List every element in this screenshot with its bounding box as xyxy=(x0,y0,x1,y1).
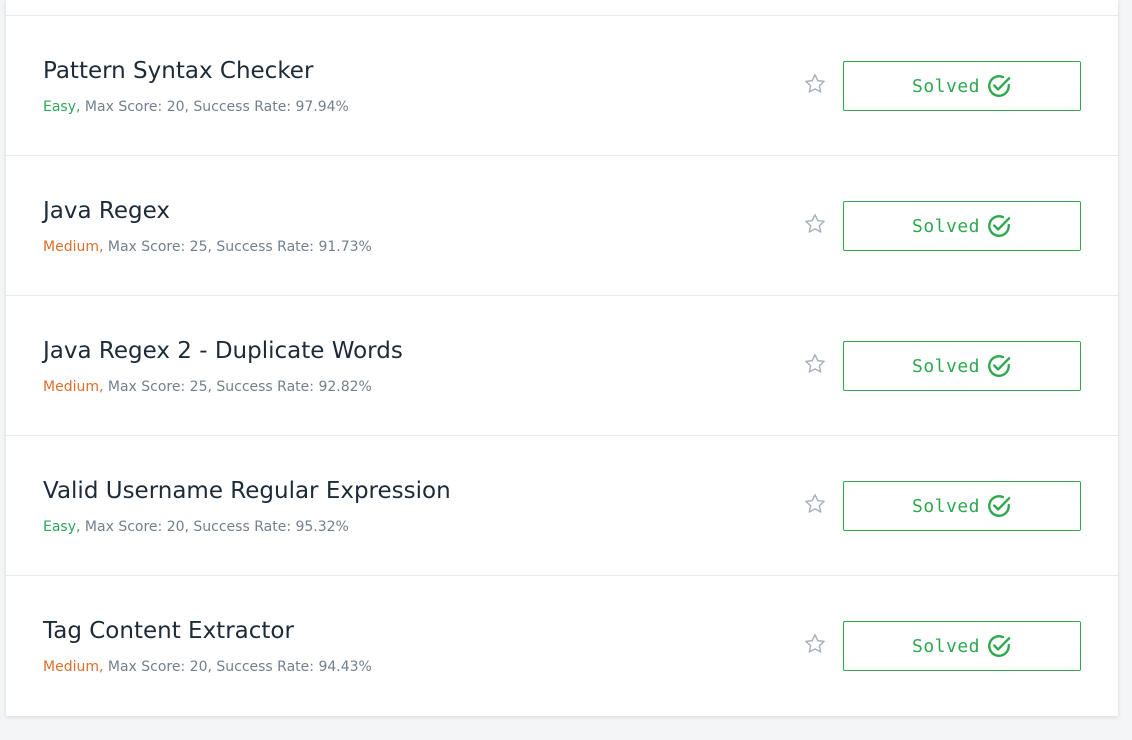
solved-label: Solved xyxy=(911,355,981,377)
previous-row-edge xyxy=(6,0,1118,16)
challenge-title[interactable]: Valid Username Regular Expression xyxy=(43,478,451,504)
challenge-row: Pattern Syntax Checker Easy, Max Score: … xyxy=(6,16,1118,156)
challenge-meta: Easy, Max Score: 20, Success Rate: 95.32… xyxy=(43,519,349,535)
solved-button[interactable]: Solved xyxy=(843,341,1081,391)
difficulty-label: Medium xyxy=(43,659,99,675)
difficulty-label: Easy xyxy=(43,99,77,115)
star-outline-icon[interactable] xyxy=(803,212,827,236)
solved-button[interactable]: Solved xyxy=(843,201,1081,251)
challenge-row: Java Regex 2 - Duplicate Words Medium, M… xyxy=(6,296,1118,436)
challenge-row: Tag Content Extractor Medium, Max Score:… xyxy=(6,576,1118,716)
challenge-details: Max Score: 20, Success Rate: 94.43% xyxy=(103,659,372,675)
challenge-details: Max Score: 25, Success Rate: 91.73% xyxy=(103,239,372,255)
challenge-meta: Medium, Max Score: 20, Success Rate: 94.… xyxy=(43,659,372,675)
difficulty-label: Medium xyxy=(43,379,99,395)
challenge-row: Java Regex Medium, Max Score: 25, Succes… xyxy=(6,156,1118,296)
check-circle-icon xyxy=(988,75,1011,97)
solved-label: Solved xyxy=(911,495,981,517)
difficulty-label: Easy xyxy=(43,519,77,535)
challenge-meta: Medium, Max Score: 25, Success Rate: 92.… xyxy=(43,379,372,395)
star-outline-icon[interactable] xyxy=(803,72,827,96)
solved-label: Solved xyxy=(911,635,981,657)
challenge-details: Max Score: 25, Success Rate: 92.82% xyxy=(103,379,372,395)
challenge-title[interactable]: Java Regex 2 - Duplicate Words xyxy=(43,338,403,364)
challenge-meta: Easy, Max Score: 20, Success Rate: 97.94… xyxy=(43,99,349,115)
star-outline-icon[interactable] xyxy=(803,352,827,376)
check-circle-icon xyxy=(988,355,1011,377)
challenge-title[interactable]: Tag Content Extractor xyxy=(43,618,294,644)
solved-button[interactable]: Solved xyxy=(843,621,1081,671)
star-outline-icon[interactable] xyxy=(803,632,827,656)
solved-button[interactable]: Solved xyxy=(843,481,1081,531)
solved-label: Solved xyxy=(911,75,981,97)
challenge-title[interactable]: Pattern Syntax Checker xyxy=(43,58,313,84)
check-circle-icon xyxy=(988,495,1011,517)
solved-button[interactable]: Solved xyxy=(843,61,1081,111)
challenge-row: Valid Username Regular Expression Easy, … xyxy=(6,436,1118,576)
challenge-title[interactable]: Java Regex xyxy=(43,198,170,224)
challenge-details: Max Score: 20, Success Rate: 95.32% xyxy=(80,519,349,535)
check-circle-icon xyxy=(988,215,1011,237)
challenge-details: Max Score: 20, Success Rate: 97.94% xyxy=(80,99,349,115)
challenge-meta: Medium, Max Score: 25, Success Rate: 91.… xyxy=(43,239,372,255)
solved-label: Solved xyxy=(911,215,981,237)
difficulty-label: Medium xyxy=(43,239,99,255)
challenge-list-card: Pattern Syntax Checker Easy, Max Score: … xyxy=(6,0,1118,716)
star-outline-icon[interactable] xyxy=(803,492,827,516)
check-circle-icon xyxy=(988,635,1011,657)
